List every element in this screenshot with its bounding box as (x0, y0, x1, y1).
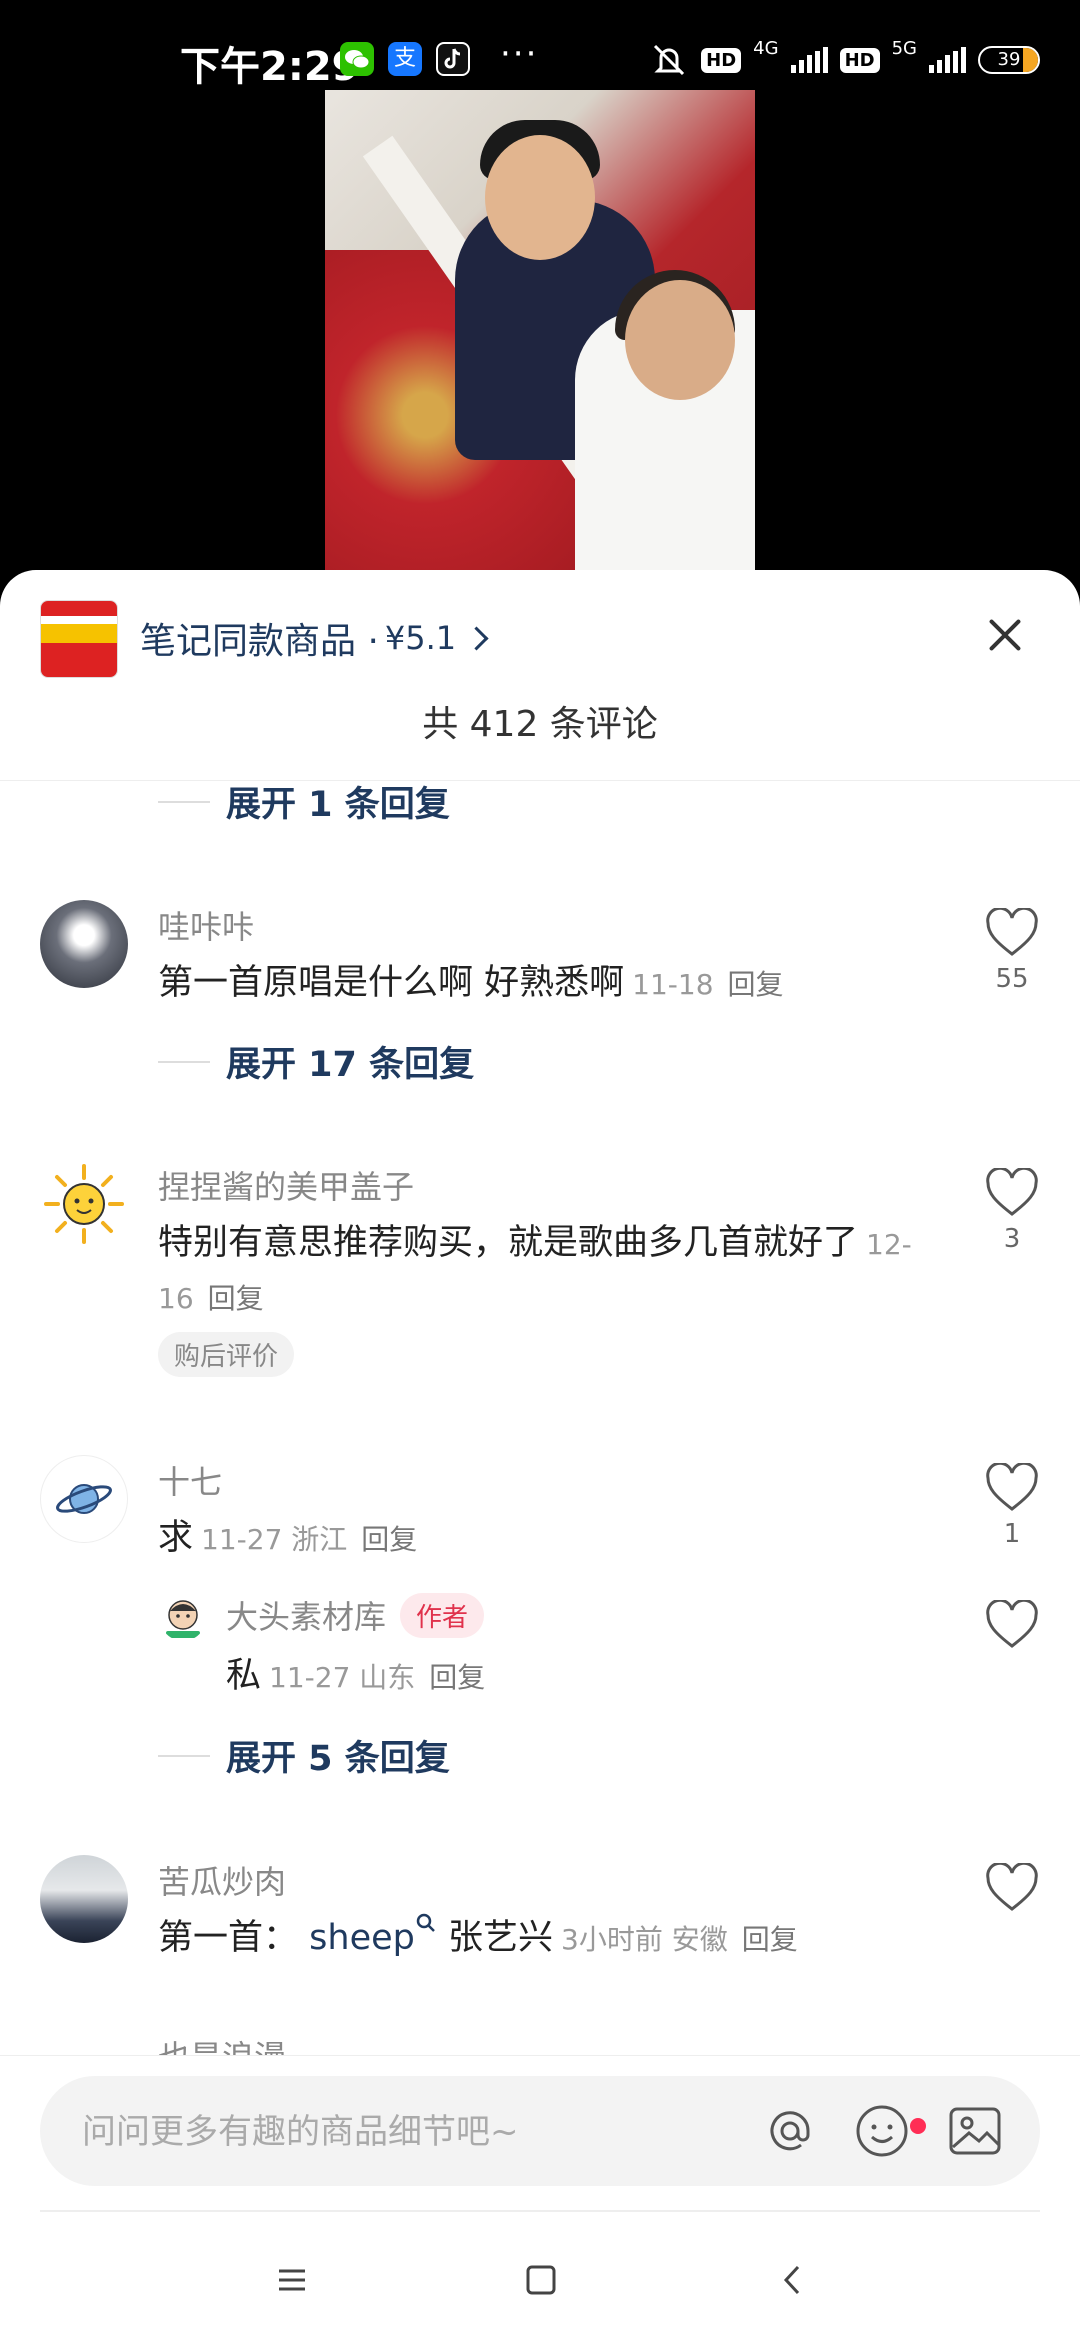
chevron-right-icon (464, 625, 489, 651)
product-link[interactable]: 笔记同款商品 · ¥5.1 (140, 612, 489, 664)
comment-body: 特别有意思推荐购买，就是歌曲多几首就好了 (158, 1223, 859, 1263)
comment-count: 共 412 条评论 (422, 704, 658, 745)
comment-text: 求 11-27 浙江 回复 (158, 1512, 918, 1566)
like-button[interactable] (982, 1863, 1042, 1913)
like-count: 55 (995, 964, 1029, 994)
system-nav-bar (0, 2210, 1080, 2340)
reply-button[interactable]: 回复 (208, 1282, 264, 1315)
comment-username[interactable]: 苦瓜炒肉 (158, 1857, 286, 1903)
signal-icon-2 (929, 47, 966, 73)
comment-body: 求 (158, 1518, 194, 1558)
status-time: 下午2:29 (180, 44, 360, 90)
like-button[interactable] (982, 1600, 1042, 1650)
reply-button[interactable]: 回复 (429, 1661, 485, 1694)
network-5g: 5G (891, 37, 917, 59)
wechat-icon (340, 42, 374, 76)
like-button[interactable]: 3 (982, 1168, 1042, 1254)
reply-body: 私 (226, 1656, 262, 1696)
comment-meta: 11-18 (632, 968, 714, 1001)
like-button[interactable]: 55 (982, 908, 1042, 994)
comment-text: 特别有意思推荐购买，就是歌曲多几首就好了 12-16 回复 (158, 1217, 918, 1325)
reply-username-row: 大头素材库 作者 (226, 1592, 485, 1638)
like-button[interactable]: 1 (982, 1463, 1042, 1549)
reply-button[interactable]: 回复 (361, 1523, 417, 1556)
reply-username[interactable]: 大头素材库 (226, 1592, 386, 1638)
comment-username[interactable]: 捏捏酱的美甲盖子 (158, 1162, 414, 1208)
reply-meta: 11-27 山东 (269, 1661, 416, 1694)
comment-meta: 11-27 浙江 (201, 1523, 348, 1556)
home-icon[interactable] (516, 2255, 566, 2305)
product-price: ¥5.1 (384, 619, 457, 657)
purchase-review-tag: 购后评价 (158, 1332, 295, 1377)
alipay-icon: 支 (388, 42, 422, 76)
product-thumbnail[interactable] (40, 600, 118, 678)
sheet-header: 笔记同款商品 · ¥5.1 共 412 条评论 (0, 570, 1080, 781)
comment-username[interactable]: 哇咔咔 (158, 902, 254, 948)
emoji-icon[interactable] (852, 2101, 912, 2161)
search-icon (416, 1913, 435, 1932)
comment-meta: 3小时前 安徽 (561, 1923, 728, 1956)
heart-icon (986, 1168, 1038, 1216)
comment-text: 第一首： sheep 张艺兴 3小时前 安徽 回复 (158, 1912, 918, 1966)
comment-input-container (40, 2076, 1040, 2188)
cartoon-head-avatar-icon (166, 1600, 200, 1638)
sun-avatar-icon (44, 1164, 124, 1244)
hd-badge-1: HD (701, 47, 742, 73)
comment-text: 第一首原唱是什么啊 好熟悉啊 11-18 回复 (158, 957, 918, 1011)
like-count: 1 (1003, 1519, 1021, 1549)
network-4g: 4G (753, 37, 779, 59)
comment-sheet: 笔记同款商品 · ¥5.1 共 412 条评论 展开 1 条回复 哇咔咔 第一首… (0, 570, 1080, 2340)
song-link[interactable]: sheep (309, 1913, 437, 1958)
comment-username[interactable]: 十七 (158, 1457, 222, 1503)
back-icon[interactable] (768, 2255, 818, 2305)
menu-icon[interactable] (267, 2255, 317, 2305)
reply-avatar[interactable] (160, 1595, 206, 1641)
tiktok-icon (436, 42, 470, 76)
expand-replies-button[interactable]: 展开 17 条回复 (158, 1036, 474, 1087)
heart-icon (986, 1863, 1038, 1911)
avatar[interactable] (40, 1160, 128, 1248)
comment-prefix: 第一首： (158, 1918, 299, 1958)
reply-button[interactable]: 回复 (728, 968, 784, 1001)
reply-button[interactable]: 回复 (742, 1923, 798, 1956)
divider (40, 2210, 1040, 2212)
heart-icon (986, 1463, 1038, 1511)
expand-replies-button[interactable]: 展开 5 条回复 (158, 1730, 450, 1781)
more-notifications-icon: ··· (500, 34, 539, 74)
notification-dot (910, 2118, 926, 2134)
hd-badge-2: HD (839, 47, 880, 73)
avatar[interactable] (40, 900, 128, 988)
image-icon[interactable] (945, 2101, 1005, 2161)
comment-body: 第一首原唱是什么啊 好熟悉啊 (158, 963, 625, 1003)
expand-replies-button[interactable]: 展开 1 条回复 (158, 776, 450, 827)
avatar[interactable] (40, 1855, 128, 1943)
video-preview[interactable] (325, 90, 755, 570)
avatar[interactable] (40, 1455, 128, 1543)
battery-icon: 39 (978, 46, 1040, 74)
close-icon[interactable] (980, 610, 1030, 660)
heart-icon (986, 1600, 1038, 1648)
signal-icon (790, 47, 828, 73)
comment-input-bar (0, 2055, 1080, 2216)
like-count: 3 (1003, 1224, 1021, 1254)
comment-suffix: 张艺兴 (436, 1918, 553, 1958)
reply-text: 私 11-27 山东 回复 (226, 1650, 986, 1704)
comment-input[interactable] (80, 2076, 764, 2188)
system-indicators: HD 4G HD 5G 39 (649, 37, 1040, 80)
mute-bell-icon (654, 44, 685, 76)
heart-icon (986, 908, 1038, 956)
product-link-label: 笔记同款商品 · (140, 621, 379, 662)
planet-avatar-icon (56, 1484, 112, 1514)
mention-icon[interactable] (760, 2101, 820, 2161)
author-tag: 作者 (400, 1592, 485, 1638)
